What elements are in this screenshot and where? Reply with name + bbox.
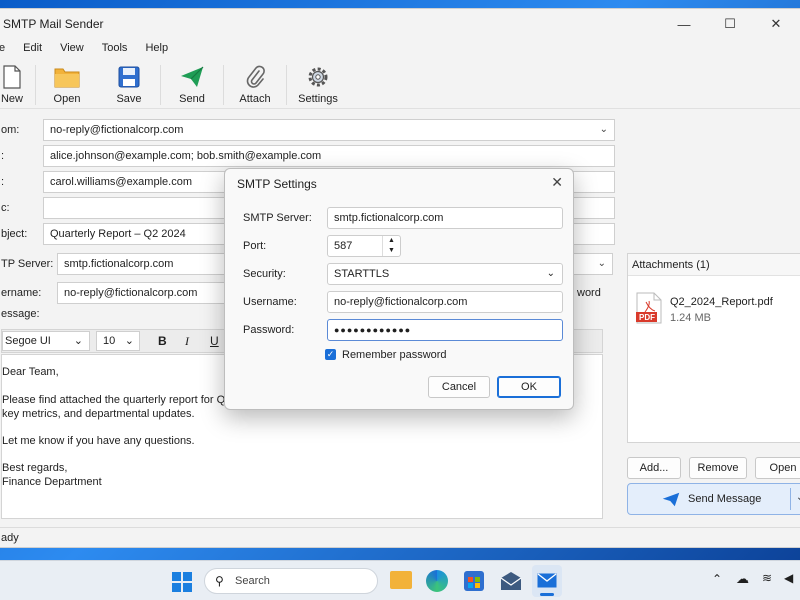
security-label: Security: xyxy=(243,268,286,280)
cc-row: : xyxy=(1,176,5,188)
attachments-panel: Attachments (1) › PDF Q2_2024_Report.pdf… xyxy=(627,253,800,443)
menu-tools[interactable]: Tools xyxy=(93,39,137,57)
cancel-button[interactable]: Cancel xyxy=(428,376,490,398)
new-document-icon xyxy=(0,63,27,91)
to-field[interactable]: alice.johnson@example.com; bob.smith@exa… xyxy=(43,145,615,167)
open-attachment-button[interactable]: Open xyxy=(755,457,800,479)
paperclip-icon xyxy=(240,63,270,91)
save-icon xyxy=(114,63,144,91)
italic-button[interactable]: I xyxy=(185,334,189,349)
to-row: : xyxy=(1,150,5,162)
username-label: Username: xyxy=(243,296,297,308)
menu-view[interactable]: View xyxy=(51,39,93,57)
message-line: Finance Department xyxy=(2,476,102,488)
toolbar: New Open Save Send Attach Settings xyxy=(0,57,800,109)
wifi-icon[interactable]: ≋ xyxy=(762,571,772,585)
message-label: essage: xyxy=(1,308,40,320)
username-row: ername: xyxy=(1,287,42,299)
ok-button[interactable]: OK xyxy=(497,376,561,398)
status-bar: ady xyxy=(0,527,800,549)
smtp-server-input[interactable]: smtp.fictionalcorp.com xyxy=(327,207,563,229)
minimize-button[interactable]: — xyxy=(661,9,707,39)
message-line: Best regards, xyxy=(2,462,68,474)
store-icon[interactable] xyxy=(464,571,484,591)
attach-button[interactable]: Attach xyxy=(224,63,286,109)
message-line xyxy=(2,448,602,461)
send-icon xyxy=(662,492,680,510)
security-select[interactable]: STARTTLS ⌄ xyxy=(327,263,563,285)
edge-browser-icon[interactable] xyxy=(426,570,448,592)
subject-row: bject: xyxy=(1,228,28,240)
menu-edit[interactable]: Edit xyxy=(14,39,51,57)
cloud-icon[interactable]: ☁ xyxy=(736,571,749,587)
remember-password-checkbox[interactable]: ✓ xyxy=(325,349,336,360)
pdf-file-icon: PDF xyxy=(636,292,662,324)
attachment-file-name[interactable]: Q2_2024_Report.pdf xyxy=(670,296,773,308)
menu-help[interactable]: Help xyxy=(136,39,177,57)
search-icon: ⚲ xyxy=(215,574,224,588)
chevron-down-icon[interactable]: ⌄ xyxy=(796,492,800,503)
from-row: om: xyxy=(1,124,20,136)
font-select[interactable]: Segoe UI ⌄ xyxy=(2,331,90,351)
dialog-title: SMTP Settings xyxy=(237,177,317,191)
attachments-header: Attachments (1) › xyxy=(628,254,800,276)
dialog-close-icon[interactable]: ✕ xyxy=(551,174,563,191)
stepper-arrows-icon[interactable]: ▲ ▼ xyxy=(382,236,400,256)
port-label: Port: xyxy=(243,240,267,252)
username-input[interactable]: no-reply@fictionalcorp.com xyxy=(327,291,563,313)
password-input[interactable]: ●●●●●●●●●●●● xyxy=(327,319,563,341)
maximize-button[interactable]: ☐ xyxy=(707,9,753,39)
message-line xyxy=(2,421,602,434)
title-bar: SMTP Mail Sender — ☐ ✕ xyxy=(0,9,800,39)
message-line: Let me know if you have any questions. xyxy=(2,435,195,447)
remember-password-label: Remember password xyxy=(342,349,447,361)
new-button[interactable]: New xyxy=(0,63,35,109)
chevron-down-icon: ⌄ xyxy=(546,268,555,279)
chevron-down-icon: ⌄ xyxy=(73,335,83,347)
underline-button[interactable]: U xyxy=(210,334,219,348)
send-message-button[interactable]: Send Message ⌄ xyxy=(627,483,800,515)
taskbar: ⚲ Search ⌃ ☁ ≋ ◀ xyxy=(0,560,800,600)
bcc-row: c: xyxy=(1,202,10,214)
gear-icon xyxy=(303,63,333,91)
smtp-settings-dialog: SMTP Settings ✕ SMTP Server: smtp.fictio… xyxy=(224,168,574,410)
menu-file[interactable]: e xyxy=(0,39,14,57)
from-select[interactable]: no-reply@fictionalcorp.com ⌄ xyxy=(43,119,615,141)
send-button[interactable]: Send xyxy=(161,63,223,109)
font-size-select[interactable]: 10 ⌄ xyxy=(96,331,140,351)
chevron-up-icon[interactable]: ⌃ xyxy=(712,572,722,586)
file-explorer-icon[interactable] xyxy=(390,571,412,589)
password-label: Password: xyxy=(243,324,295,336)
port-stepper[interactable]: 587 ▲ ▼ xyxy=(327,235,401,257)
chevron-down-icon: ⌄ xyxy=(599,124,608,135)
remove-attachment-button[interactable]: Remove xyxy=(689,457,747,479)
chevron-down-icon: ⌄ xyxy=(124,335,134,347)
taskbar-search-box[interactable]: ⚲ Search xyxy=(204,568,378,594)
smtp-mail-sender-taskbar-icon[interactable] xyxy=(532,565,562,597)
add-attachment-button[interactable]: Add... xyxy=(627,457,681,479)
smtp-row: TP Server: xyxy=(1,258,54,270)
settings-button[interactable]: Settings xyxy=(287,63,349,109)
speaker-icon[interactable]: ◀ xyxy=(784,571,793,585)
open-button[interactable]: Open xyxy=(36,63,98,109)
windows-start-icon[interactable] xyxy=(172,572,192,592)
window-title: SMTP Mail Sender xyxy=(3,17,104,31)
chevron-down-icon: ⌄ xyxy=(597,258,606,269)
menu-bar: e Edit View Tools Help xyxy=(0,39,800,57)
folder-icon xyxy=(52,63,82,91)
smtp-server-label: SMTP Server: xyxy=(243,212,312,224)
mail-app-icon[interactable] xyxy=(500,571,522,591)
close-button[interactable]: ✕ xyxy=(753,9,799,39)
password-label-partial: word xyxy=(577,287,601,299)
send-icon xyxy=(177,63,207,91)
bold-button[interactable]: B xyxy=(158,334,167,348)
attachment-file-size: 1.24 MB xyxy=(670,312,711,324)
save-button[interactable]: Save xyxy=(98,63,160,109)
